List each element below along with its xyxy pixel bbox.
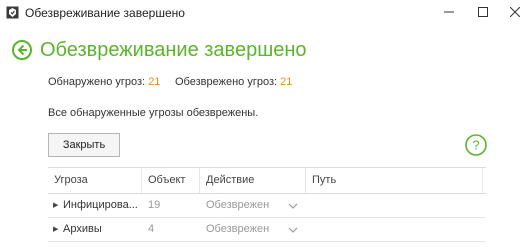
column-header-object[interactable]: Объект [142,168,200,193]
chevron-down-icon[interactable] [288,194,300,217]
table-row[interactable]: ▶ Инфицирова... 19 Обезврежен [48,194,486,218]
maximize-icon [478,7,488,17]
column-header-action[interactable]: Действие [200,168,306,193]
expand-triangle-icon[interactable]: ▶ [53,218,61,241]
neutralized-count: 21 [280,76,293,88]
table-row[interactable]: ▶ Архивы 4 Обезврежен [48,218,486,242]
detected-count: 21 [148,76,161,88]
action-value[interactable]: Обезврежен [206,218,278,241]
window-close-button[interactable] [498,0,530,24]
column-header-path[interactable]: Путь [306,168,482,193]
threat-name: Инфицирова... [63,199,138,211]
back-arrow-icon[interactable] [12,40,32,60]
status-message: Все обнаруженные угрозы обезврежены. [48,107,259,119]
close-button[interactable]: Закрыть [48,133,120,157]
column-header-end [482,168,486,193]
minimize-icon [444,11,454,13]
threat-name: Архивы [63,223,102,235]
window-title: Обезвреживание завершено [25,6,185,20]
svg-text:?: ? [472,138,479,153]
neutralized-label: Обезврежено угроз: [175,76,278,88]
title-bar: Обезвреживание завершено [0,0,530,26]
detected-label: Обнаружено угроз: [48,76,146,88]
threats-table: Угроза Объект Действие Путь ▶ Инфицирова… [48,167,486,242]
page-title: Обезвреживание завершено [40,39,307,61]
path-value [312,194,482,217]
path-value [312,218,482,241]
app-icon [6,6,19,19]
expand-triangle-icon[interactable]: ▶ [53,194,61,217]
neutralized-threats-stat: Обезврежено угроз: 21 [175,76,292,89]
object-count: 4 [148,223,155,235]
table-header: Угроза Объект Действие Путь [48,167,486,194]
chevron-down-icon[interactable] [288,218,300,241]
maximize-button[interactable] [466,0,500,24]
detected-threats-stat: Обнаружено угроз: 21 [48,76,160,89]
column-header-threat[interactable]: Угроза [48,168,142,193]
close-icon [510,7,520,17]
help-icon[interactable]: ? [465,134,487,156]
object-count: 19 [148,199,161,211]
minimize-button[interactable] [432,0,466,24]
action-value[interactable]: Обезврежен [206,194,278,217]
